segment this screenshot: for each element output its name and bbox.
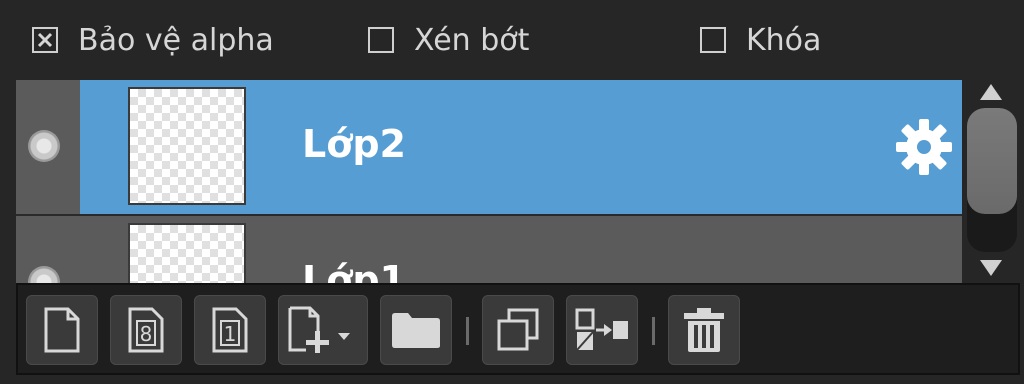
toolbar-separator	[652, 317, 655, 345]
layer-list-scrollbar[interactable]	[964, 80, 1020, 283]
merge-down-button[interactable]	[566, 295, 638, 365]
new-8bit-layer-button[interactable]: 8	[110, 295, 182, 365]
clipping-label: Xén bớt	[414, 22, 530, 58]
delete-layer-button[interactable]	[668, 295, 740, 365]
duplicate-icon	[497, 308, 539, 351]
scroll-down-arrow-icon[interactable]	[980, 260, 1002, 276]
page-1-icon: 1	[212, 307, 248, 353]
scroll-thumb[interactable]	[967, 108, 1017, 214]
blank-page-icon	[44, 307, 80, 353]
checkmark-x-icon	[37, 32, 53, 48]
alpha-protect-checkbox[interactable]	[32, 27, 58, 53]
layer-list: Lớp2 Lớp1	[16, 80, 962, 283]
page-8-icon: 8	[128, 307, 164, 353]
eye-dot-icon	[28, 266, 60, 283]
alpha-protect-label: Bảo vệ alpha	[78, 22, 274, 58]
trash-icon	[684, 308, 724, 352]
layer-toolbar: 8 1	[16, 283, 1020, 375]
lock-label: Khóa	[746, 22, 822, 58]
gear-icon[interactable]	[894, 117, 954, 177]
scroll-up-arrow-icon[interactable]	[980, 84, 1002, 100]
layer-panel: Bảo vệ alpha Xén bớt Khóa Lớp2 Lớp1 8 1	[0, 0, 1024, 384]
layer-thumbnail	[128, 87, 246, 205]
new-layer-button[interactable]	[26, 295, 98, 365]
lock-option[interactable]: Khóa	[700, 20, 821, 60]
add-layer-menu-button[interactable]	[278, 295, 368, 365]
toolbar-separator	[466, 317, 469, 345]
clipping-option[interactable]: Xén bớt	[368, 20, 529, 60]
layer-row[interactable]: Lớp2	[16, 80, 962, 214]
lock-checkbox[interactable]	[700, 27, 726, 53]
duplicate-layer-button[interactable]	[482, 295, 554, 365]
merge-icon	[575, 308, 628, 351]
new-folder-button[interactable]	[380, 295, 452, 365]
layer-name: Lớp2	[302, 122, 406, 166]
page-plus-dropdown-icon	[288, 306, 350, 353]
layer-row-body[interactable]: Lớp2	[80, 80, 962, 214]
folder-icon	[392, 313, 440, 348]
visibility-toggle[interactable]	[16, 216, 80, 283]
clipping-checkbox[interactable]	[368, 27, 394, 53]
alpha-protect-option[interactable]: Bảo vệ alpha	[32, 20, 274, 60]
eye-dot-icon	[28, 130, 60, 162]
page-8-glyph: 8	[140, 322, 153, 346]
layer-row-body[interactable]: Lớp1	[80, 216, 962, 283]
layer-thumbnail	[128, 223, 246, 283]
visibility-toggle[interactable]	[16, 80, 80, 214]
layer-name: Lớp1	[302, 258, 406, 283]
layer-row[interactable]: Lớp1	[16, 216, 962, 283]
new-1bit-layer-button[interactable]: 1	[194, 295, 266, 365]
page-1-glyph: 1	[224, 322, 237, 346]
